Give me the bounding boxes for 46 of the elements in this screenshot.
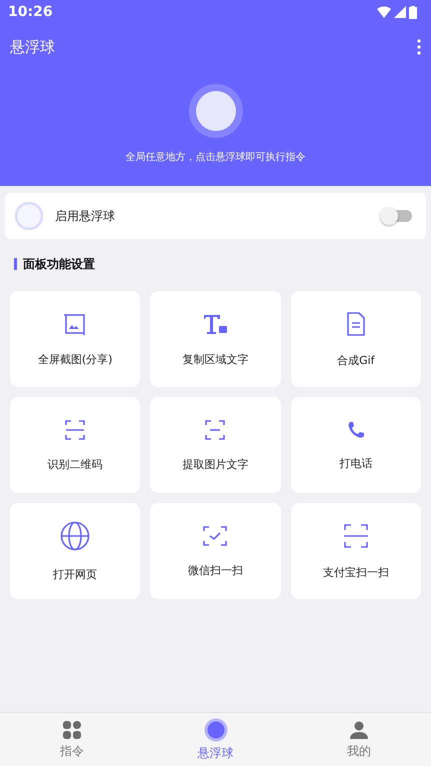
enable-label: 启用悬浮球	[55, 208, 116, 224]
phone-icon	[346, 420, 366, 440]
check-scan-icon	[202, 524, 228, 546]
nav-tab[interactable]: 我的	[287, 713, 431, 766]
nav-tab[interactable]: 悬浮球	[144, 713, 288, 766]
tile-label: 识别二维码	[48, 456, 103, 472]
nav-tab[interactable]: 指令	[0, 713, 144, 766]
nav-label: 悬浮球	[198, 744, 234, 762]
floating-ball-icon	[188, 84, 242, 138]
function-tile[interactable]: 支付宝扫一扫	[290, 503, 421, 599]
battery-icon	[409, 6, 417, 18]
tile-label: 提取图片文字	[182, 456, 248, 472]
tile-label: 复制区域文字	[182, 352, 248, 366]
function-tile[interactable]: 打开网页	[10, 503, 140, 599]
person-icon	[349, 720, 370, 740]
function-tile[interactable]: 合成Gif	[290, 291, 421, 387]
function-tile[interactable]: 识别二维码	[10, 397, 140, 493]
function-tile[interactable]: 复制区域文字	[150, 291, 281, 387]
tile-label: 微信扫一扫	[188, 562, 243, 578]
wifi-icon	[377, 6, 391, 18]
globe-icon	[60, 520, 90, 550]
tile-label: 全屏截图(分享)	[38, 352, 112, 366]
ball-icon	[204, 718, 228, 742]
tile-label: 打开网页	[53, 566, 98, 582]
tile-label: 打电话	[339, 456, 372, 470]
ocr-scan-icon	[204, 418, 226, 440]
grid-icon	[62, 720, 82, 740]
toggle-switch[interactable]	[382, 210, 412, 222]
function-tile[interactable]: 全屏截图(分享)	[10, 291, 140, 387]
hero-hint: 全局任意地方，点击悬浮球即可执行指令	[126, 150, 306, 164]
section-title: 面板功能设置	[23, 256, 95, 272]
ball-outline-icon	[15, 202, 43, 230]
function-tile[interactable]: 微信扫一扫	[150, 503, 281, 599]
nav-label: 我的	[347, 742, 372, 760]
app-title: 悬浮球	[10, 38, 55, 56]
qr-scan-icon	[64, 418, 86, 440]
nav-label: 指令	[60, 742, 84, 760]
image-crop-icon	[63, 312, 88, 336]
function-tile[interactable]: 提取图片文字	[150, 397, 281, 493]
tile-label: 支付宝扫一扫	[322, 564, 389, 580]
status-time: 10:26	[8, 4, 53, 20]
more-menu-icon	[417, 39, 421, 55]
tile-label: 合成Gif	[337, 352, 375, 368]
function-tile[interactable]: 打电话	[290, 397, 421, 493]
signal-icon	[394, 6, 406, 18]
scan-icon	[342, 522, 369, 548]
